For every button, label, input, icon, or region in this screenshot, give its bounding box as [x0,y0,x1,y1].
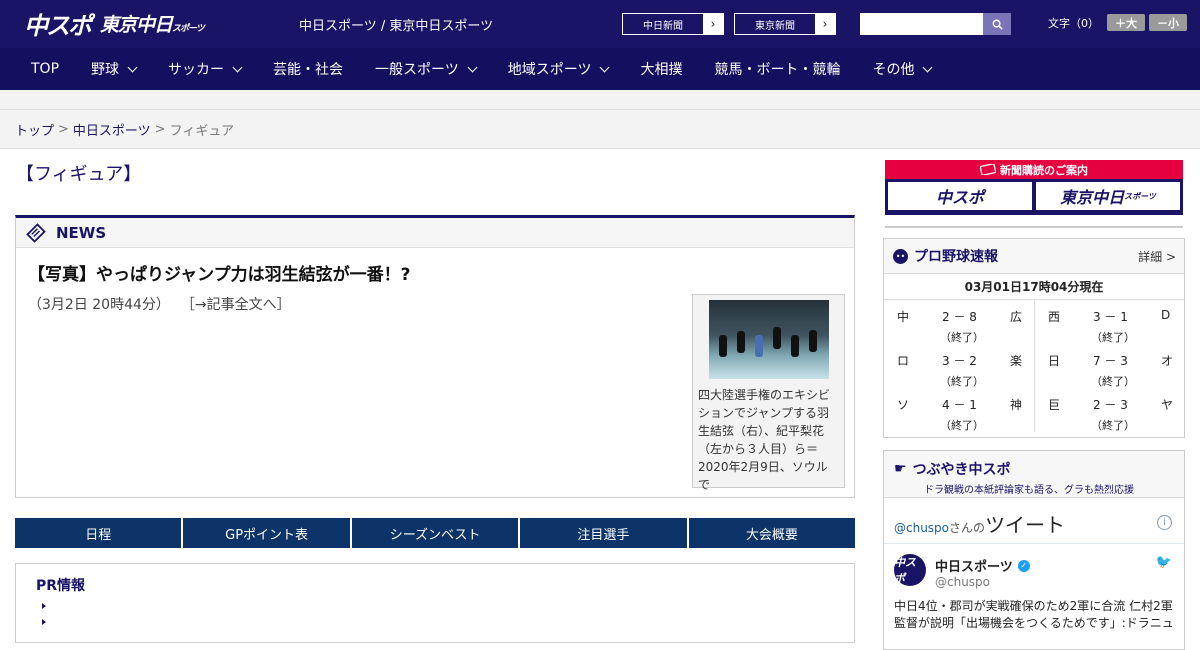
twitter-widget: ☛ つぶやき中スポ ドラ観戦の本紙評論家も語る、グラも熱烈応援 @chuspoさん… [883,450,1185,650]
tokyo-shimbun-link[interactable]: 東京新聞 › [734,13,836,35]
timeline-title: @chuspoさんのツイート [894,513,1066,537]
score-row[interactable]: 日7 － 3 オ（終了） [1041,344,1184,388]
font-size-label: 文字（0） [1048,16,1099,30]
font-smaller-button[interactable]: －小 [1149,14,1187,31]
baseball-scores: •• プロ野球速報 詳細 > 03月01日17時04分現在 中2 － 8 広（終了… [883,238,1185,438]
ad-band [0,90,1200,110]
subscribe-tokyo-button[interactable]: 東京中日 スポーツ [1036,182,1180,210]
score-row[interactable]: ロ3 － 2 楽（終了） [890,344,1034,388]
twitter-header: ☛ つぶやき中スポ ドラ観戦の本紙評論家も語る、グラも熱烈応援 [884,451,1184,498]
nav-item-0[interactable]: TOP [31,61,59,77]
verified-icon: ✓ [1017,559,1030,572]
score-column-left: 中2 － 8 広（終了）ロ 3 － 2 楽（終了）ソ 4 － 1 神（終了） [884,300,1034,432]
score-row[interactable]: 西3 － 1 D （終了） [1041,300,1184,344]
search-input[interactable] [860,13,983,35]
font-larger-button[interactable]: ＋大 [1107,14,1145,31]
nav-item-1[interactable]: 野球 [91,59,138,79]
subscription-banner: 新聞購読のご案内 中スポ 東京中日 スポーツ [885,160,1183,215]
tab-featured-skaters[interactable]: 注目選手 [520,518,687,548]
site-logo[interactable]: 中スポ 東京中日スポーツ [24,8,205,40]
chevron-down-icon [127,62,138,72]
breadcrumb-current: フィギュア [169,123,235,139]
page-title: 【フィギュア】 [16,164,142,185]
subscription-header: 新聞購読のご案内 [885,160,1183,179]
news-headline[interactable]: 【写真】やっぱりジャンプ力は羽生結弦が一番！? [28,260,411,285]
news-photo[interactable]: 四大陸選手権のエキシビションでジャンプする羽生結弦（右）、紀平梨花（左から３人目… [692,294,845,492]
newspaper-icon [26,222,46,243]
bullet-icon [42,603,46,609]
figure-tabs: 日程 GPポイント表 シーズンベスト 注目選手 大会概要 [15,518,856,548]
breadcrumb: トップ > 中日スポーツ > フィギュア [0,110,1200,149]
tab-event-overview[interactable]: 大会概要 [688,518,856,548]
nav-item-7[interactable]: 競馬・ボート・競輪 [714,59,840,79]
tab-season-best[interactable]: シーズンベスト [351,518,519,548]
pr-box: PR情報 [15,563,855,643]
tweet-user-name[interactable]: 中日スポーツ ✓ [935,556,1030,575]
ticket-icon [980,164,996,175]
nav-item-6[interactable]: 大相撲 [640,59,682,79]
full-article-link[interactable]: ［→記事全文へ］ [188,297,291,313]
tab-gp-points[interactable]: GPポイント表 [183,518,350,548]
tokyo-chunichi-logo: 東京中日スポーツ [100,13,205,36]
score-row[interactable]: 中2 － 8 広（終了） [890,300,1034,344]
chevron-down-icon [467,62,478,72]
skating-photo [708,300,829,379]
bullet-icon [42,619,46,625]
breadcrumb-home[interactable]: トップ [15,120,54,139]
subscribe-chuspo-button[interactable]: 中スポ [888,182,1032,210]
baseball-icon: •• [893,248,908,264]
divider [884,543,1184,544]
tweet-user-handle[interactable]: @chuspo [935,575,990,589]
score-column-right: 西3 － 1 D （終了）日 7 － 3 オ（終了）巨 2 － 3 ヤ（終了） [1034,300,1184,432]
chevron-down-icon [600,62,610,72]
chevron-down-icon [232,62,243,72]
info-icon[interactable]: i [1157,515,1172,530]
news-header: NEWS [16,218,854,248]
search-icon [992,19,1003,30]
twitter-subtitle: ドラ観戦の本紙評論家も語る、グラも熱烈応援 [924,485,1134,496]
nav-item-3[interactable]: 芸能・社会 [273,59,343,79]
chevron-right-icon: › [822,17,828,31]
news-label: NEWS [56,223,107,242]
nav-item-8[interactable]: その他 [872,59,933,79]
score-row[interactable]: 巨2 － 3 ヤ（終了） [1041,388,1184,432]
chevron-right-icon: › [710,17,716,31]
nav-item-5[interactable]: 地域スポーツ [508,59,610,79]
pr-title: PR情報 [36,578,86,594]
nav-item-4[interactable]: 一般スポーツ [375,59,478,79]
twitter-handle-link[interactable]: @chuspo [894,521,949,535]
search-box [860,13,1011,35]
top-header: 中スポ 東京中日スポーツ 中日スポーツ / 東京中日スポーツ 中日新聞 › 東京… [0,0,1200,48]
tweet-text: 中日4位・郡司が実戦確保のため2軍に合流 仁村2軍監督が説明「出場機会をつくるた… [894,599,1174,630]
site-name: 中日スポーツ / 東京中日スポーツ [299,19,494,34]
avatar[interactable]: 中スポ [894,554,926,586]
breadcrumb-section[interactable]: 中日スポーツ [73,120,151,139]
chunichi-shimbun-link[interactable]: 中日新聞 › [622,13,724,35]
baseball-header: •• プロ野球速報 詳細 > [884,239,1184,274]
search-button[interactable] [983,13,1011,35]
nav-item-2[interactable]: サッカー [168,59,243,79]
tab-schedule[interactable]: 日程 [15,518,182,548]
chuspo-logo: 中スポ [24,11,92,40]
twitter-bird-icon[interactable]: 🐦 [1156,555,1172,570]
photo-caption: 四大陸選手権のエキシビションでジャンプする羽生結弦（右）、紀平梨花（左から３人目… [698,388,831,492]
news-meta: （3月2日 20時44分） ［→記事全文へ］ [28,294,291,314]
main-nav: TOP 野球 サッカー 芸能・社会 一般スポーツ 地域スポーツ 大相撲 競馬・ボート・競輪 その… [0,48,1200,90]
baseball-timestamp: 03月01日17時04分現在 [884,274,1184,300]
news-date: （3月2日 20時44分） [28,297,170,313]
news-box: NEWS 【写真】やっぱりジャンプ力は羽生結弦が一番！? （3月2日 20時44… [15,215,855,498]
twitter-title: つぶやき中スポ [912,462,1011,478]
font-size-control: 文字（0） ＋大 －小 [1048,14,1187,31]
pointing-hand-icon: ☛ [894,461,907,477]
chevron-down-icon [923,62,933,72]
score-row[interactable]: ソ4 － 1 神（終了） [890,388,1034,432]
baseball-detail-link[interactable]: 詳細 > [1138,248,1176,265]
baseball-title: プロ野球速報 [914,249,998,265]
divider [885,226,1183,228]
